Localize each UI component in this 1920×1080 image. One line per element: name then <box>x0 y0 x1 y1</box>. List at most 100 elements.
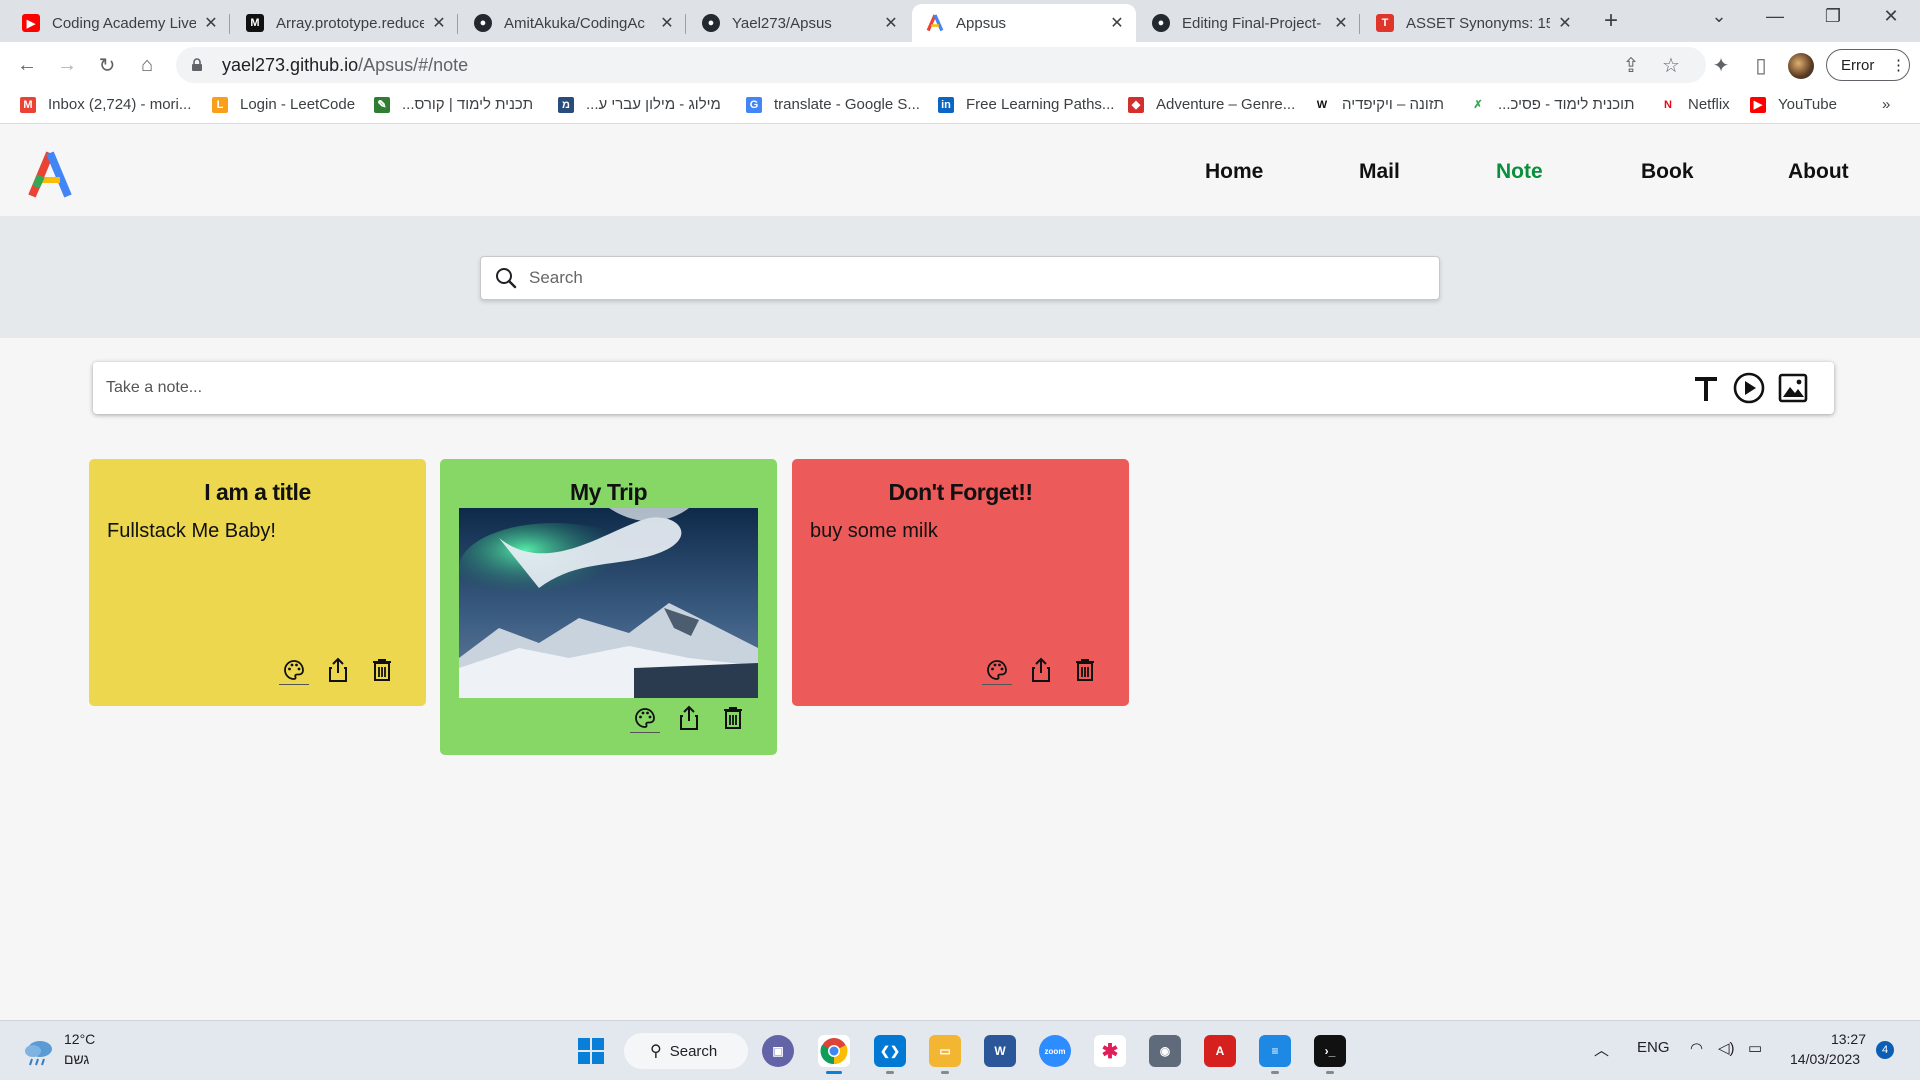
close-icon[interactable]: ✕ <box>1108 13 1126 33</box>
trash-icon[interactable] <box>718 703 748 733</box>
more-bookmarks-icon[interactable]: » <box>1882 96 1890 113</box>
trash-icon[interactable] <box>1070 655 1100 685</box>
netflix-icon: N <box>1660 96 1676 113</box>
bookmark-star-icon[interactable]: ☆ <box>1658 52 1684 78</box>
close-icon[interactable]: ✕ <box>882 13 900 33</box>
close-icon[interactable]: ✕ <box>1556 13 1574 33</box>
tab-title: ASSET Synonyms: 15 <box>1406 14 1550 32</box>
tab-asset-synonyms[interactable]: T ASSET Synonyms: 15 ✕ <box>1362 4 1584 42</box>
restore-icon[interactable]: ❐ <box>1818 6 1848 27</box>
acrobat-icon[interactable]: A <box>1204 1035 1236 1067</box>
tab-array-reduce[interactable]: M Array.prototype.reduce ✕ <box>232 4 458 42</box>
nav-mail[interactable]: Mail <box>1359 160 1400 184</box>
windows-start-icon[interactable] <box>575 1035 607 1067</box>
course-icon: ✎ <box>374 96 390 113</box>
nav-home[interactable]: Home <box>1205 160 1263 184</box>
nav-about[interactable]: About <box>1788 160 1849 184</box>
vscode-icon[interactable]: ❮❯ <box>874 1035 906 1067</box>
bookmark-psych[interactable]: ✗ תוכנית לימוד - פסיכ... <box>1470 96 1634 113</box>
running-indicator <box>941 1071 949 1074</box>
terminal-icon[interactable]: ›_ <box>1314 1035 1346 1067</box>
bookmark-youtube[interactable]: ▶ YouTube <box>1750 96 1837 113</box>
taskbar-search[interactable]: ⚲ Search <box>624 1033 748 1069</box>
tab-editing-final[interactable]: ● Editing Final-Project- ✕ <box>1138 4 1360 42</box>
note-card[interactable]: My Trip <box>440 459 777 755</box>
google-icon: G <box>746 96 762 113</box>
bookmark-linkedin[interactable]: in Free Learning Paths... <box>938 96 1114 113</box>
reload-icon[interactable]: ↻ <box>94 52 120 78</box>
notification-badge[interactable]: 4 <box>1876 1041 1894 1059</box>
clock-date[interactable]: 14/03/2023 <box>1790 1051 1866 1067</box>
error-button[interactable]: Error ⋮ <box>1826 49 1910 81</box>
camera-icon[interactable]: ◉ <box>1149 1035 1181 1067</box>
battery-icon[interactable]: ▭ <box>1748 1039 1762 1057</box>
nav-book[interactable]: Book <box>1641 160 1694 184</box>
side-panel-icon[interactable]: ▯ <box>1748 52 1774 78</box>
minimize-icon[interactable]: — <box>1760 6 1790 27</box>
forward-icon[interactable]: → <box>54 52 80 78</box>
file-explorer-icon[interactable]: ▭ <box>929 1035 961 1067</box>
nav-note[interactable]: Note <box>1496 160 1543 184</box>
tab-appsus[interactable]: Appsus ✕ <box>912 4 1136 42</box>
zoom-icon[interactable]: zoom <box>1039 1035 1071 1067</box>
palette-icon[interactable] <box>279 655 309 685</box>
take-note-input[interactable] <box>106 379 1666 397</box>
close-window-icon[interactable]: ✕ <box>1876 6 1906 27</box>
clock-time[interactable]: 13:27 <box>1790 1031 1866 1047</box>
tab-amitakuka[interactable]: ● AmitAkuka/CodingAc ✕ <box>460 4 686 42</box>
share-icon[interactable]: ⇪ <box>1618 52 1644 78</box>
bookmark-leetcode[interactable]: L Login - LeetCode <box>212 96 355 113</box>
tab-search-icon[interactable]: ⌄ <box>1704 6 1734 27</box>
app-header: Home Mail Note Book About <box>0 125 1920 216</box>
bookmark-adventure[interactable]: ◆ Adventure – Genre... <box>1128 96 1295 113</box>
tray-chevron-icon[interactable]: ︿ <box>1594 1039 1609 1060</box>
note-title: I am a title <box>204 479 311 505</box>
wifi-icon[interactable]: ◠ <box>1690 1039 1703 1057</box>
bookmark-wikipedia[interactable]: W תזונה – ויקיפדיה <box>1314 96 1444 113</box>
back-icon[interactable]: ← <box>14 52 40 78</box>
palette-icon[interactable] <box>630 703 660 733</box>
tab-title: AmitAkuka/CodingAc <box>504 14 645 32</box>
palette-icon[interactable] <box>982 655 1012 685</box>
search-input[interactable] <box>529 268 1389 288</box>
chrome-icon[interactable] <box>818 1035 850 1067</box>
close-icon[interactable]: ✕ <box>202 13 220 33</box>
extensions-icon[interactable]: ✦ <box>1708 52 1734 78</box>
browser-toolbar: ← → ↻ ⌂ yael273.github.io/Apsus/#/note ⇪… <box>0 42 1920 88</box>
slack-icon[interactable]: ✱ <box>1094 1035 1126 1067</box>
notepad-icon[interactable]: ≡ <box>1259 1035 1291 1067</box>
tab-coding-academy[interactable]: ▶ Coding Academy Live ✕ <box>8 4 230 42</box>
close-icon[interactable]: ✕ <box>430 13 448 33</box>
word-icon[interactable]: W <box>984 1035 1016 1067</box>
bookmark-netflix[interactable]: N Netflix <box>1660 96 1730 113</box>
share-icon[interactable] <box>323 655 353 685</box>
note-actions <box>630 703 762 733</box>
bookmark-course[interactable]: ✎ תכנית לימוד | קורס... <box>374 96 533 113</box>
note-card[interactable]: I am a title Fullstack Me Baby! <box>89 459 426 706</box>
share-icon[interactable] <box>1026 655 1056 685</box>
gmail-icon: M <box>20 96 36 113</box>
new-tab-button[interactable]: + <box>1598 8 1624 34</box>
appsus-logo[interactable] <box>25 149 75 199</box>
address-bar[interactable]: yael273.github.io/Apsus/#/note <box>176 47 1706 83</box>
volume-icon[interactable]: ◁) <box>1718 1039 1735 1057</box>
trash-icon[interactable] <box>367 655 397 685</box>
bookmark-milog[interactable]: מ מילוג - מילון עברי ע... <box>558 96 721 113</box>
bookmark-gmail[interactable]: M Inbox (2,724) - mori... <box>20 96 191 113</box>
teams-icon[interactable]: ▣ <box>762 1035 794 1067</box>
language-indicator[interactable]: ENG <box>1637 1039 1670 1056</box>
close-icon[interactable]: ✕ <box>1332 13 1350 33</box>
video-icon[interactable] <box>1733 372 1765 404</box>
profile-avatar[interactable] <box>1788 53 1814 79</box>
home-icon[interactable]: ⌂ <box>134 52 160 78</box>
share-icon[interactable] <box>674 703 704 733</box>
image-icon[interactable] <box>1777 372 1809 404</box>
text-icon[interactable] <box>1690 372 1722 404</box>
note-card[interactable]: Don't Forget!! buy some milk <box>792 459 1129 706</box>
tab-yael-apsus[interactable]: ● Yael273/Apsus ✕ <box>688 4 910 42</box>
search-box <box>480 256 1440 300</box>
weather-icon[interactable] <box>22 1035 56 1067</box>
bookmark-translate[interactable]: Gtranslate - Google S... <box>746 96 920 113</box>
note-actions <box>279 655 411 685</box>
close-icon[interactable]: ✕ <box>658 13 676 33</box>
